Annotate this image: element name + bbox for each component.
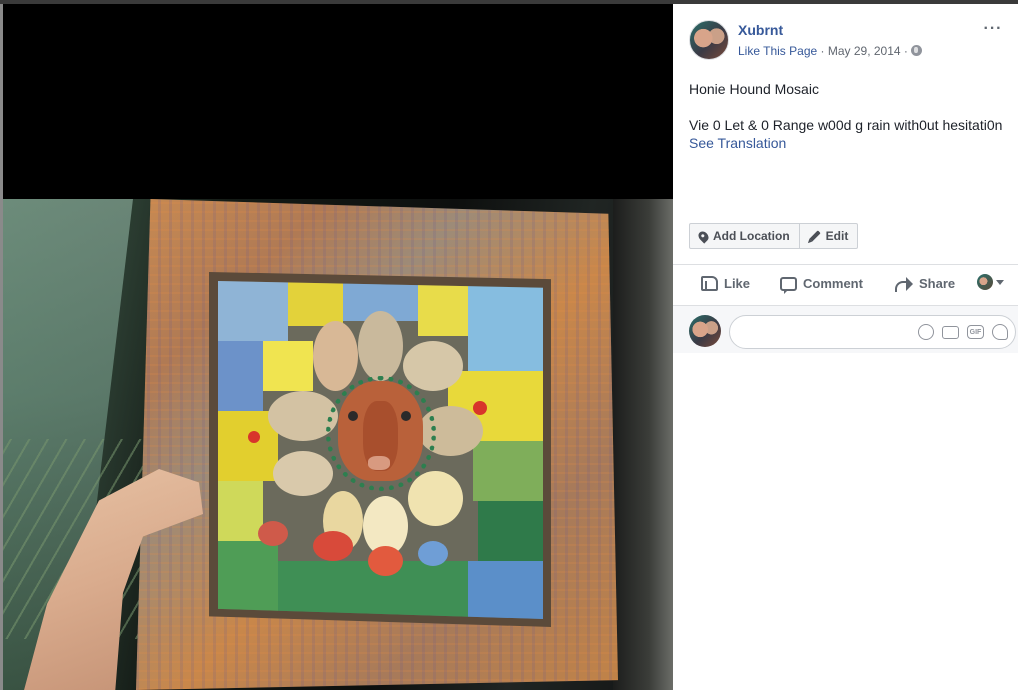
photo-window — [613, 199, 673, 690]
globe-icon[interactable] — [911, 45, 923, 56]
meta-separator: · — [903, 44, 908, 58]
action-bar: Like Comment Share — [673, 270, 1018, 300]
post-header: Xubrnt Like This Page · May 29, 2014 · ·… — [689, 20, 1009, 64]
edit-label: Edit — [825, 229, 849, 243]
comment-icon — [780, 276, 797, 294]
comment-label: Comment — [803, 276, 863, 291]
comment-input-icons: GIF — [918, 324, 1008, 340]
like-label: Like — [724, 276, 751, 291]
location-pin-icon — [696, 228, 711, 244]
share-label: Share — [919, 276, 956, 291]
post-title: Honie Hound Mosaic — [689, 81, 819, 97]
edit-button[interactable]: Edit — [798, 224, 858, 248]
see-translation-link[interactable]: See Translation — [689, 135, 786, 151]
post-body: Vie 0 Let & 0 Range w00d g rain with0ut … — [689, 117, 1003, 133]
like-button[interactable]: Like — [701, 276, 750, 291]
share-icon — [895, 276, 913, 292]
page-avatar[interactable] — [689, 20, 729, 60]
sticker-icon[interactable] — [992, 324, 1008, 340]
comment-button[interactable]: Comment — [780, 276, 863, 294]
add-location-label: Add Location — [713, 229, 790, 243]
caret-down-icon — [996, 279, 1004, 285]
like-page-link[interactable]: Like This Page — [738, 44, 817, 58]
emoji-icon[interactable] — [918, 324, 934, 340]
more-options-icon[interactable]: ··· — [981, 20, 1005, 40]
pencil-icon — [809, 230, 821, 242]
post-date[interactable]: May 29, 2014 — [828, 44, 901, 58]
commenter-avatar — [689, 315, 721, 347]
post-meta: Like This Page · May 29, 2014 · — [738, 44, 923, 58]
mosaic-photo — [3, 199, 673, 690]
meta-separator: · — [820, 44, 825, 58]
tag-buttons: Add Location Edit — [689, 223, 859, 249]
page-name-link[interactable]: Xubrnt — [738, 22, 783, 38]
mosaic-artwork — [218, 281, 543, 619]
comment-composer: GIF — [673, 305, 1018, 353]
wooden-frame — [136, 199, 618, 690]
post-panel: Xubrnt Like This Page · May 29, 2014 · ·… — [673, 4, 1018, 690]
add-location-button[interactable]: Add Location — [690, 224, 799, 248]
share-button[interactable]: Share — [895, 276, 956, 292]
photo-viewer[interactable] — [0, 4, 673, 690]
react-as-selector[interactable] — [977, 274, 1004, 290]
mini-avatar — [977, 274, 993, 290]
divider — [673, 264, 1018, 265]
gif-icon[interactable]: GIF — [967, 325, 984, 339]
camera-icon[interactable] — [942, 325, 959, 339]
thumbs-up-icon — [701, 276, 718, 291]
